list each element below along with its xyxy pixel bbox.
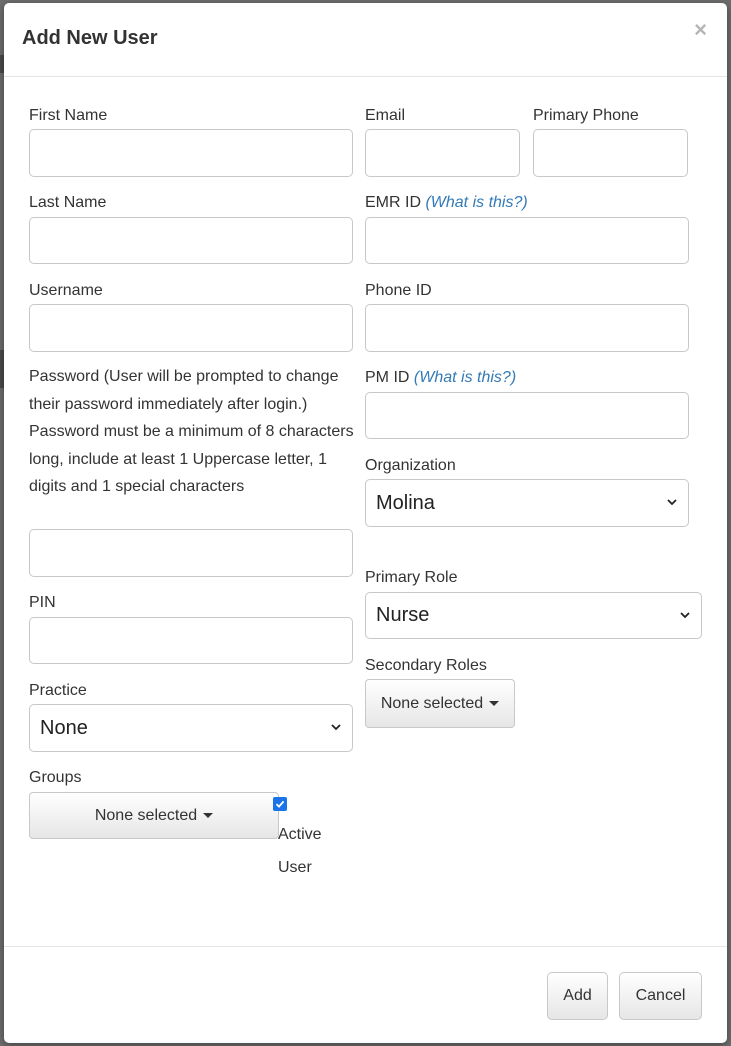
groups-multiselect-button[interactable]: None selected <box>29 792 279 839</box>
emr-id-label-text: EMR ID <box>365 194 421 211</box>
chevron-down-icon <box>331 724 341 731</box>
active-user-checkbox[interactable] <box>273 797 287 811</box>
dialog-header: Add New User × <box>4 3 727 77</box>
chevron-down-icon <box>667 499 677 506</box>
emr-id-input[interactable] <box>365 217 689 264</box>
password-label: Password (User will be prompted to chang… <box>29 368 354 496</box>
email-input[interactable] <box>365 129 520 177</box>
pm-id-input[interactable] <box>365 392 689 439</box>
practice-label: Practice <box>29 682 87 699</box>
pm-id-help-link[interactable]: (What is this?) <box>414 369 516 386</box>
first-name-label: First Name <box>29 107 108 124</box>
primary-phone-input[interactable] <box>533 129 688 177</box>
password-input[interactable] <box>29 529 353 577</box>
groups-label: Groups <box>29 769 82 786</box>
caret-down-icon <box>489 701 500 706</box>
phone-id-label: Phone ID <box>365 282 432 299</box>
emr-id-help-link[interactable]: (What is this?) <box>425 194 527 211</box>
username-input[interactable] <box>29 304 353 352</box>
last-name-input[interactable] <box>29 217 353 264</box>
checkmark-icon <box>275 800 285 808</box>
caret-down-icon <box>203 813 214 818</box>
pm-id-label-text: PM ID <box>365 369 410 386</box>
last-name-label: Last Name <box>29 194 107 211</box>
organization-selected-value: Molina <box>376 491 435 514</box>
pin-input[interactable] <box>29 617 353 664</box>
primary-role-selected-value: Nurse <box>376 604 430 626</box>
pin-label: PIN <box>29 594 56 611</box>
emr-id-label: EMR ID (What is this?) <box>365 194 528 212</box>
primary-phone-label: Primary Phone <box>533 107 639 124</box>
organization-label: Organization <box>365 457 456 474</box>
add-user-dialog: Add New User × First Name Last Name User… <box>4 3 727 1043</box>
pm-id-label: PM ID (What is this?) <box>365 369 516 387</box>
practice-selected-value: None <box>40 716 88 739</box>
active-user-label: Active User <box>278 826 322 876</box>
primary-role-label: Primary Role <box>365 569 458 586</box>
primary-role-select[interactable]: Nurse <box>365 592 702 639</box>
secondary-roles-label: Secondary Roles <box>365 657 487 674</box>
close-icon[interactable]: × <box>694 19 707 41</box>
username-label: Username <box>29 282 103 299</box>
organization-select[interactable]: Molina <box>365 479 689 527</box>
chevron-down-icon <box>680 611 690 618</box>
dialog-footer: Add Cancel <box>4 946 727 1044</box>
practice-select[interactable]: None <box>29 704 353 752</box>
dialog-title: Add New User <box>22 27 158 49</box>
first-name-input[interactable] <box>29 129 353 177</box>
phone-id-input[interactable] <box>365 304 689 352</box>
secondary-roles-button-label: None selected <box>380 694 484 712</box>
add-button[interactable]: Add <box>547 972 608 1020</box>
email-label: Email <box>365 107 406 124</box>
groups-button-label: None selected <box>94 806 198 824</box>
secondary-roles-multiselect-button[interactable]: None selected <box>365 679 515 728</box>
cancel-button[interactable]: Cancel <box>619 972 702 1020</box>
